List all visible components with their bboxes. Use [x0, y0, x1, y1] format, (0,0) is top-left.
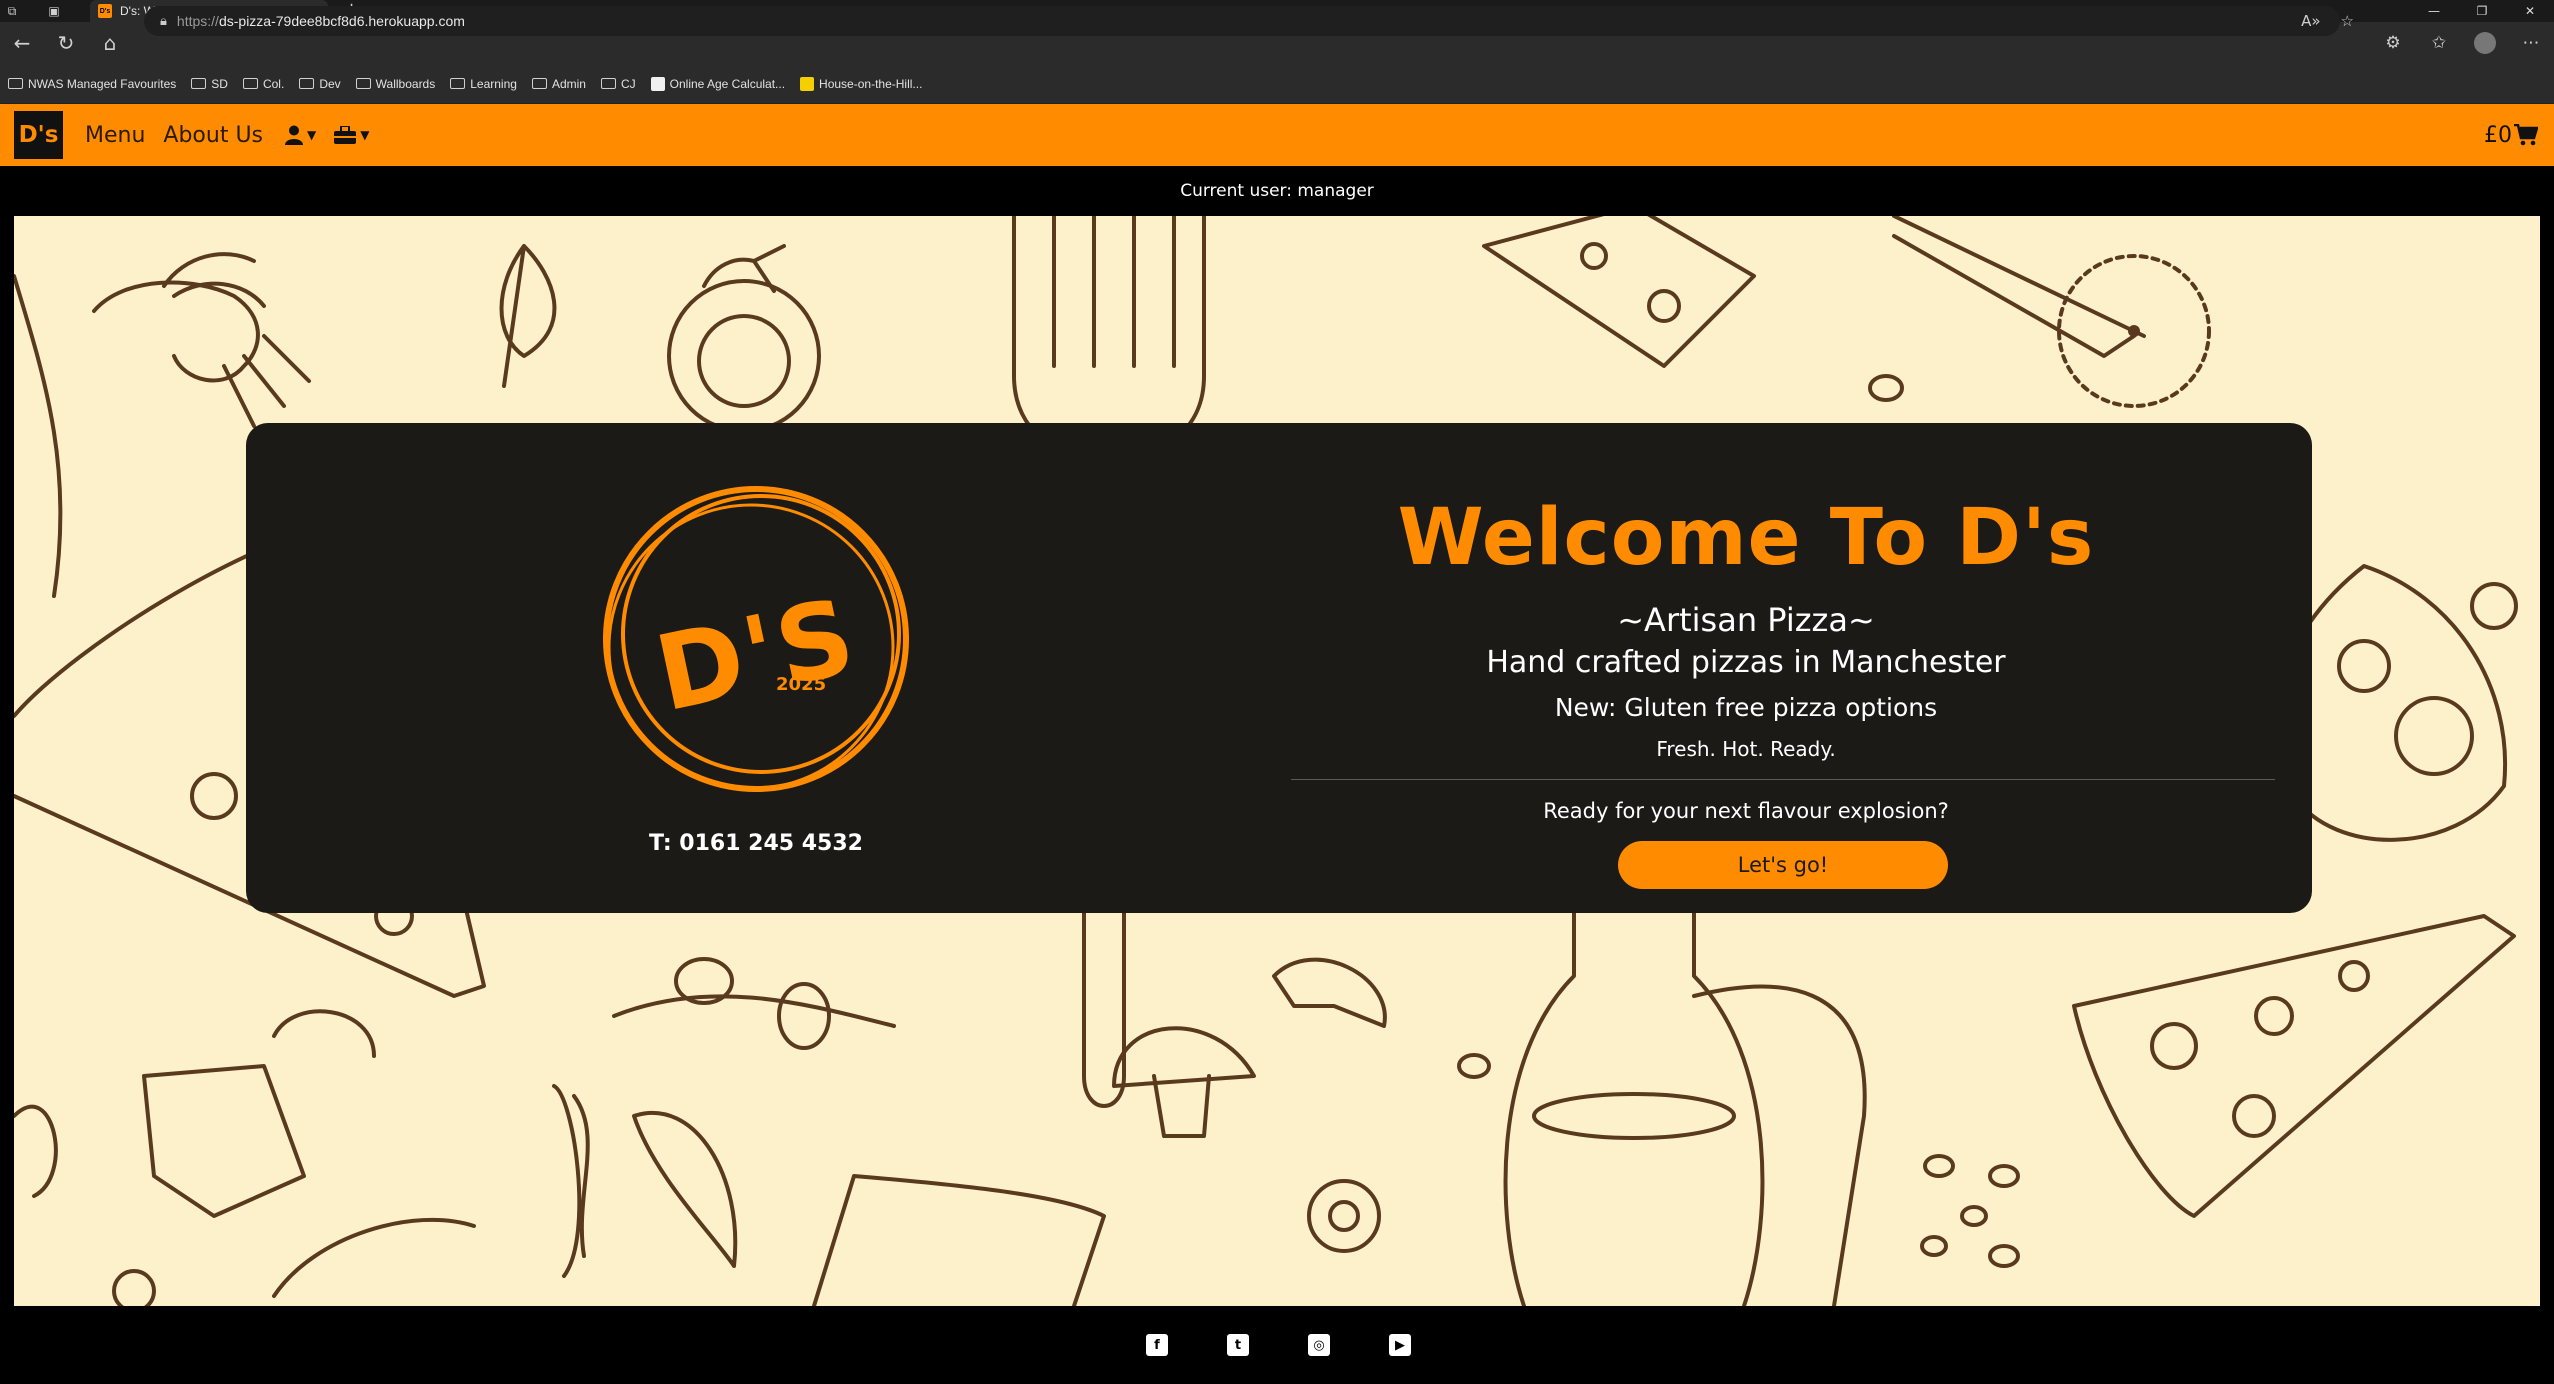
tagline: ~Artisan Pizza~: [1617, 601, 1875, 639]
facebook-icon[interactable]: f: [1146, 1334, 1168, 1356]
chevron-down-icon: ▼: [307, 128, 317, 142]
window-controls: — ❐ ✕: [2410, 0, 2554, 22]
profile-avatar[interactable]: [2474, 32, 2496, 54]
bookmark-item[interactable]: NWAS Managed Favourites: [8, 77, 176, 91]
bookmark-item[interactable]: Admin: [531, 77, 586, 91]
folder-icon: [299, 78, 315, 89]
ds-2025-logo: D'S 2025: [576, 479, 936, 809]
bag-total: £0: [2484, 122, 2512, 148]
current-user-bar: Current user: manager: [0, 166, 2554, 216]
address-bar-actions: A» ☆: [2301, 6, 2354, 36]
read-aloud-icon[interactable]: A»: [2301, 12, 2320, 30]
divider: [1291, 779, 2275, 780]
hero-section: D'S 2025 T: 0161 245 4532 Welcome To D's…: [14, 216, 2540, 1306]
youtube-icon[interactable]: ▶: [1389, 1334, 1411, 1356]
instagram-icon[interactable]: ◎: [1308, 1334, 1330, 1356]
folder-icon: [355, 78, 371, 89]
cta-prompt: Ready for your next flavour explosion?: [1543, 799, 1949, 823]
admin-dropdown[interactable]: ▼: [334, 126, 369, 144]
url-host: ds-pizza-79dee8bcf8d6.herokuapp.com: [218, 13, 465, 29]
page-favicon-icon: [800, 76, 815, 91]
subtitle: Hand crafted pizzas in Manchester: [1486, 645, 2006, 680]
refresh-icon[interactable]: ↻: [44, 22, 88, 64]
bookmark-item[interactable]: Online Age Calculat...: [650, 76, 785, 91]
welcome-panel: D'S 2025 T: 0161 245 4532 Welcome To D's…: [246, 423, 2312, 913]
site-footer: f t ◎ ▶: [0, 1306, 2554, 1384]
nav-about-link[interactable]: About Us: [163, 123, 263, 148]
url-protocol: https://: [176, 13, 219, 29]
close-window-icon[interactable]: ✕: [2506, 0, 2554, 22]
workspaces-icon[interactable]: ⧉: [0, 0, 24, 22]
logo-year: 2025: [776, 674, 827, 695]
motto-text: Fresh. Hot. Ready.: [1656, 737, 1836, 761]
twitter-icon[interactable]: t: [1227, 1334, 1249, 1356]
news-text: New: Gluten free pizza options: [1554, 693, 1938, 722]
home-icon[interactable]: ⌂: [88, 22, 132, 64]
browser-toolbar-right: ⚙ ✩ ⋯: [2370, 22, 2554, 64]
folder-icon: [450, 78, 466, 89]
favorites-icon[interactable]: ✩: [2416, 33, 2462, 53]
restore-icon[interactable]: ❐: [2458, 0, 2506, 22]
chevron-down-icon: ▼: [360, 128, 370, 142]
folder-icon: [191, 78, 207, 89]
welcome-heading: Welcome To D's: [1397, 493, 2095, 583]
page-favicon-icon: [650, 76, 665, 91]
bookmark-item[interactable]: Dev: [299, 77, 341, 91]
extensions-icon[interactable]: ⚙: [2370, 33, 2416, 53]
phone-number: T: 0161 245 4532: [649, 831, 863, 856]
bookmark-item[interactable]: SD: [191, 77, 228, 91]
lock-icon[interactable]: 🔒︎: [160, 13, 167, 29]
bookmark-item[interactable]: CJ: [600, 77, 636, 91]
cart-icon: [2514, 124, 2538, 146]
more-options-icon[interactable]: ⋯: [2508, 33, 2554, 53]
lets-go-button[interactable]: Let's go!: [1618, 841, 1948, 889]
user-icon: [285, 125, 304, 145]
folder-icon: [242, 78, 258, 89]
shopping-bag-link[interactable]: £0: [2484, 104, 2538, 166]
bookmarks-bar: NWAS Managed Favourites SD Col. Dev Wall…: [0, 64, 2554, 104]
tab-favicon: D's: [98, 4, 112, 18]
account-dropdown[interactable]: ▼: [285, 125, 316, 145]
managed-folder-icon: [8, 78, 23, 89]
minimize-icon[interactable]: —: [2410, 0, 2458, 22]
folder-icon: [531, 78, 547, 89]
address-bar[interactable]: 🔒︎ https:// ds-pizza-79dee8bcf8d6.heroku…: [144, 6, 2340, 36]
bookmark-item[interactable]: Col.: [242, 77, 284, 91]
bookmark-item[interactable]: House-on-the-Hill...: [800, 76, 922, 91]
bookmark-item[interactable]: Learning: [450, 77, 517, 91]
bookmark-item[interactable]: Wallboards: [355, 77, 435, 91]
toolbox-icon: [334, 126, 357, 144]
tab-actions-icon[interactable]: ▣: [42, 0, 66, 22]
brand-logo[interactable]: D's: [14, 111, 63, 159]
favorite-star-icon[interactable]: ☆: [2341, 12, 2354, 30]
nav-menu-link[interactable]: Menu: [85, 123, 145, 148]
site-navbar: D's Menu About Us ▼ ▼ £0: [0, 104, 2554, 166]
back-icon[interactable]: ←: [0, 22, 44, 64]
folder-icon: [600, 78, 616, 89]
